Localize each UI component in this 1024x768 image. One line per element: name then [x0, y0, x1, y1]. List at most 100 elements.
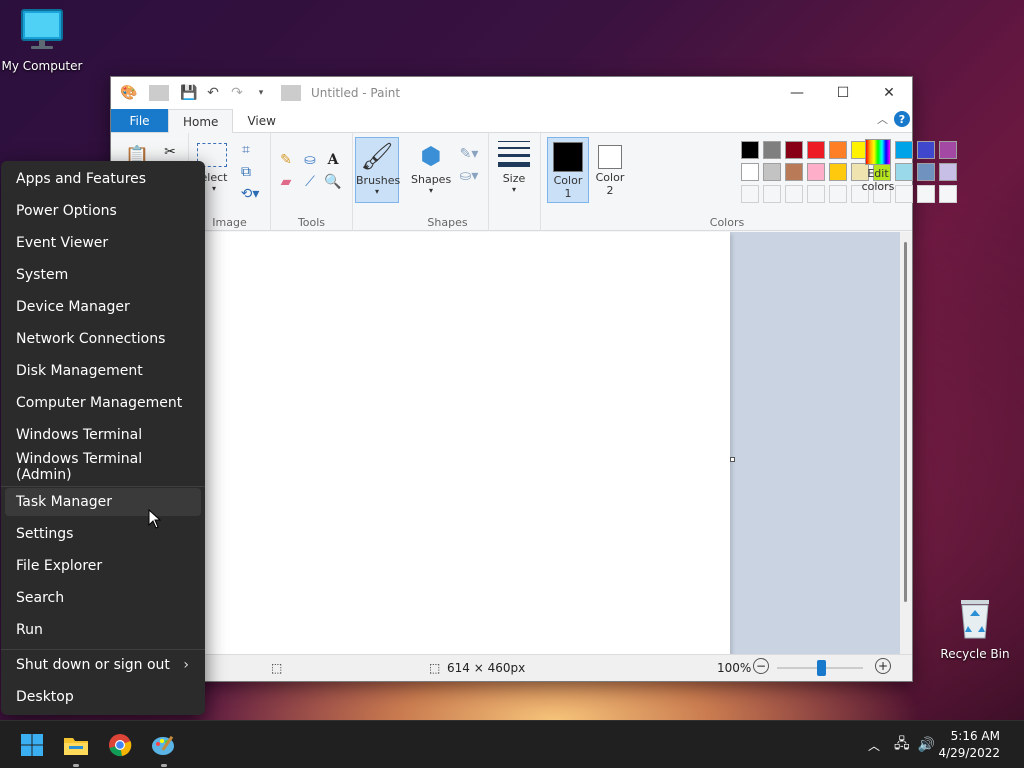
tab-file[interactable]: File [111, 109, 168, 132]
color2-swatch [598, 145, 622, 169]
brushes-caret-icon: ▾ [374, 187, 379, 196]
my-computer-desktop-icon[interactable]: My Computer [0, 8, 84, 73]
palette-swatch[interactable] [785, 141, 803, 159]
menu-item[interactable]: System [5, 261, 201, 289]
brushes-button[interactable]: 🖌 Brushes ▾ [355, 137, 400, 203]
color-picker-icon[interactable]: ⟋ [301, 173, 319, 191]
custom-color-slot[interactable] [829, 185, 847, 203]
zoom-in-button[interactable]: + [875, 658, 891, 674]
show-hidden-icons-chevron-icon[interactable]: ︿ [866, 737, 882, 754]
menu-item[interactable]: Windows Terminal [5, 421, 201, 449]
eraser-icon[interactable]: ▰ [277, 173, 295, 191]
menu-item[interactable]: Settings [5, 520, 201, 548]
menu-item[interactable]: Windows Terminal (Admin) [5, 451, 201, 483]
palette-swatch[interactable] [829, 141, 847, 159]
edit-colors-button[interactable]: Edit colors [855, 137, 901, 193]
quick-access-dropdown-icon[interactable]: ▾ [251, 88, 271, 98]
palette-swatch[interactable] [763, 163, 781, 181]
cut-icon[interactable]: ✂ [161, 143, 179, 161]
color1-button[interactable]: Color 1 [547, 137, 589, 203]
zoom-out-button[interactable]: − [753, 658, 769, 674]
chrome-taskbar-button[interactable] [104, 729, 136, 761]
pencil-icon[interactable]: ✎ [277, 151, 295, 169]
menu-item-label: Run [16, 622, 43, 638]
color1-swatch [553, 142, 583, 172]
custom-color-slot[interactable] [807, 185, 825, 203]
redo-icon[interactable]: ↷ [227, 85, 247, 101]
zoom-slider-thumb[interactable] [817, 660, 826, 676]
help-icon[interactable]: ? [894, 111, 910, 127]
chevron-right-icon: › [183, 657, 189, 673]
menu-item[interactable]: Network Connections [5, 325, 201, 353]
menu-item[interactable]: Device Manager [5, 293, 201, 321]
menu-item[interactable]: Computer Management [5, 389, 201, 417]
rotate-icon[interactable]: ⟲▾ [237, 185, 263, 203]
minimize-button[interactable]: — [774, 77, 820, 109]
palette-swatch[interactable] [741, 141, 759, 159]
text-icon[interactable]: A [324, 151, 342, 169]
start-button[interactable] [16, 729, 48, 761]
menu-item[interactable]: Run [5, 616, 201, 644]
palette-swatch[interactable] [917, 163, 935, 181]
save-icon[interactable]: 💾 [179, 85, 199, 101]
color2-button[interactable]: Color 2 [591, 137, 629, 203]
brush-icon: 🖌 [360, 142, 394, 172]
crop-icon[interactable]: ⌗ [237, 141, 255, 159]
maximize-button[interactable]: ☐ [820, 77, 866, 109]
custom-color-slot[interactable] [939, 185, 957, 203]
menu-item[interactable]: Power Options [5, 197, 201, 225]
outline-icon[interactable]: ✎▾ [457, 145, 481, 163]
palette-swatch[interactable] [807, 163, 825, 181]
network-icon[interactable]: 🖧 [894, 733, 910, 757]
volume-icon[interactable]: 🔊 [918, 737, 935, 753]
palette-swatch[interactable] [741, 163, 759, 181]
menu-separator [1, 486, 205, 487]
custom-color-slot[interactable] [763, 185, 781, 203]
recycle-bin-desktop-icon[interactable]: Recycle Bin [933, 596, 1017, 661]
resize-icon[interactable]: ⧉ [237, 163, 255, 181]
custom-color-slot[interactable] [785, 185, 803, 203]
menu-item-label: Event Viewer [16, 235, 109, 251]
menu-item[interactable]: File Explorer [5, 552, 201, 580]
ribbon-tabs: File Home View ︿ ? [111, 109, 912, 133]
canvas-resize-handle-right[interactable] [730, 457, 735, 462]
palette-swatch[interactable] [917, 141, 935, 159]
fill-icon[interactable]: ⛀ [301, 151, 319, 169]
vertical-scrollbar[interactable] [900, 232, 912, 656]
undo-icon[interactable]: ↶ [203, 85, 223, 101]
menu-item[interactable]: Search [5, 584, 201, 612]
edit-colors-label: Edit colors [861, 167, 895, 193]
menu-item-desktop[interactable]: Desktop [5, 683, 201, 711]
palette-swatch[interactable] [763, 141, 781, 159]
close-button[interactable]: ✕ [866, 77, 912, 109]
shapes-button[interactable]: ⬢ Shapes ▾ [411, 137, 451, 195]
menu-item-label: Search [16, 590, 65, 606]
custom-color-slot[interactable] [741, 185, 759, 203]
magnifier-icon[interactable]: 🔍 [324, 173, 342, 191]
clock[interactable]: 5:16 AM 4/29/2022 [938, 728, 1000, 762]
colors-group: Color 1 Color 2 Edit colors Colors [541, 133, 957, 231]
scrollbar-thumb[interactable] [904, 242, 907, 602]
power-user-menu: Apps and Features Power Options Event View… [1, 161, 205, 715]
menu-item[interactable]: Event Viewer [5, 229, 201, 257]
color2-label: Color 2 [595, 171, 625, 197]
palette-swatch[interactable] [807, 141, 825, 159]
title-bar: 🎨 💾 ↶ ↷ ▾ Untitled - Paint — ☐ ✕ [111, 77, 912, 109]
menu-item[interactable]: Disk Management [5, 357, 201, 385]
custom-color-slot[interactable] [917, 185, 935, 203]
shapes-caret-icon: ▾ [428, 186, 433, 195]
size-button[interactable]: Size ▾ [495, 139, 533, 194]
tab-view[interactable]: View [233, 109, 289, 132]
palette-swatch[interactable] [829, 163, 847, 181]
file-explorer-taskbar-button[interactable] [60, 729, 92, 767]
menu-item-shutdown[interactable]: Shut down or sign out › [5, 651, 201, 679]
palette-swatch[interactable] [939, 163, 957, 181]
menu-item[interactable]: Task Manager [5, 488, 201, 516]
menu-item[interactable]: Apps and Features [5, 165, 201, 193]
paint-taskbar-button[interactable] [148, 729, 180, 767]
palette-swatch[interactable] [939, 141, 957, 159]
fill-shape-icon[interactable]: ⛀▾ [457, 167, 481, 185]
collapse-ribbon-icon[interactable]: ︿ [877, 111, 888, 127]
palette-swatch[interactable] [785, 163, 803, 181]
tab-home[interactable]: Home [168, 109, 234, 133]
